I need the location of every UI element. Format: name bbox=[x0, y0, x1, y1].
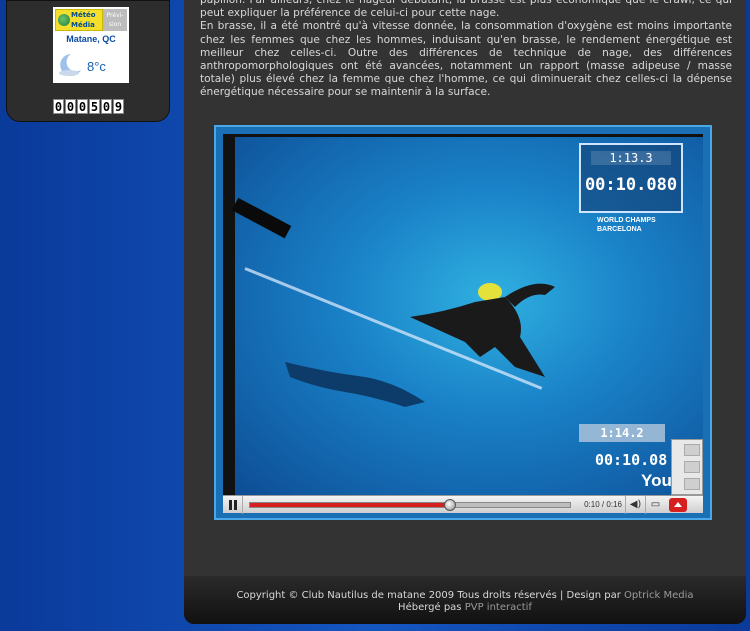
main-content: papillon. Par ailleurs, chez le nageur d… bbox=[184, 0, 746, 624]
site-footer: Copyright © Club Nautilus de matane 2009… bbox=[184, 576, 746, 624]
youtube-watermark: You bbox=[641, 471, 672, 490]
copyright-text: Copyright © Club Nautilus de matane 2009… bbox=[236, 590, 621, 601]
video-screen[interactable]: 1:13.3 00:10.080 WORLD CHAMPS BARCELONA … bbox=[223, 134, 703, 495]
brand-line-2: Média bbox=[71, 21, 95, 29]
race-timer-overlay: 1:13.3 00:10.080 bbox=[579, 143, 683, 213]
split-time: 1:13.3 bbox=[591, 151, 671, 165]
weather-panel[interactable]: Météo Média Prévi-sion Matane, QC 8°c bbox=[53, 7, 129, 83]
copyright-line: Copyright © Club Nautilus de matane 2009… bbox=[184, 590, 746, 602]
lane-rope bbox=[231, 197, 292, 239]
visitor-counter: 0 0 0 5 0 9 bbox=[53, 99, 124, 114]
meteomedia-logo: Météo Média bbox=[55, 9, 103, 31]
globe-icon bbox=[58, 14, 70, 26]
counter-digit: 0 bbox=[53, 99, 64, 114]
progress-bar[interactable] bbox=[249, 498, 571, 511]
pause-button[interactable] bbox=[223, 495, 243, 514]
counter-digit: 5 bbox=[89, 99, 100, 114]
side-panel-button[interactable] bbox=[684, 478, 700, 490]
counter-digit: 0 bbox=[65, 99, 76, 114]
brand-line-1: Météo bbox=[71, 11, 96, 19]
counter-digit: 0 bbox=[77, 99, 88, 114]
weather-temperature: 8°c bbox=[87, 59, 106, 74]
volume-icon[interactable]: ◀) bbox=[625, 495, 645, 514]
screen-size-icon[interactable]: ▭ bbox=[645, 495, 665, 514]
article-text: papillon. Par ailleurs, chez le nageur d… bbox=[200, 0, 732, 100]
moon-cloud-icon bbox=[59, 54, 81, 76]
hosting-text: Hébergé pas bbox=[398, 602, 462, 613]
time-display: 0:10 / 0:16 bbox=[584, 500, 622, 509]
designer-link[interactable]: Optrick Media bbox=[624, 590, 694, 601]
video-frame: 1:13.3 00:10.080 WORLD CHAMPS BARCELONA … bbox=[231, 137, 703, 495]
article-paragraph: En brasse, il a été montré qu'à vitesse … bbox=[200, 20, 732, 99]
event-label: WORLD CHAMPS BARCELONA bbox=[597, 216, 656, 234]
progress-knob[interactable] bbox=[444, 498, 456, 511]
progress-fill bbox=[250, 502, 450, 507]
counter-digit: 9 bbox=[113, 99, 124, 114]
event-label-line: WORLD CHAMPS bbox=[597, 217, 656, 224]
player-side-panel[interactable] bbox=[671, 439, 703, 495]
side-panel-button[interactable] bbox=[684, 444, 700, 456]
swimmer-figure-2 bbox=[285, 362, 425, 407]
counter-digit: 0 bbox=[101, 99, 112, 114]
elapsed-time: 00:10.080 bbox=[584, 175, 678, 195]
side-panel-button[interactable] bbox=[684, 461, 700, 473]
video-player[interactable]: 1:13.3 00:10.080 WORLD CHAMPS BARCELONA … bbox=[214, 125, 712, 520]
elapsed-time-bottom: 00:10.08 bbox=[595, 451, 668, 469]
prevision-label: Prévi-sion bbox=[103, 9, 127, 31]
player-controls: 0:10 / 0:16 ◀) ▭ bbox=[223, 495, 703, 514]
youtube-menu-button[interactable] bbox=[669, 497, 687, 512]
hosting-line: Hébergé pas PVP interactif bbox=[184, 602, 746, 614]
weather-widget: Météo Média Prévi-sion Matane, QC 8°c 0 … bbox=[6, 0, 170, 122]
weather-city: Matane, QC bbox=[66, 34, 116, 44]
split-time-bottom: 1:14.2 bbox=[579, 424, 665, 442]
host-link[interactable]: PVP interactif bbox=[465, 602, 532, 613]
article-paragraph: papillon. Par ailleurs, chez le nageur d… bbox=[200, 0, 732, 20]
event-label-line: BARCELONA bbox=[597, 226, 642, 233]
